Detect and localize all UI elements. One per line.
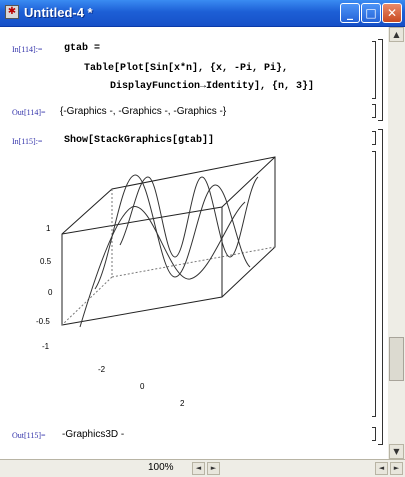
stack-graphics-3d-plot[interactable]: 1 0.5 0 -0.5 -1 -2 0 2 xyxy=(0,27,388,459)
curve-n2 xyxy=(94,174,251,290)
notebook-window: ✱ Untitled-4 * _ □ ✕ In[114]:= gtab = Ta… xyxy=(0,0,405,477)
z-tick-neg0.5: -0.5 xyxy=(36,317,50,326)
output-text-115[interactable]: -Graphics3D - xyxy=(62,429,124,440)
mathematica-app-icon[interactable]: ✱ xyxy=(5,5,19,19)
z-tick-1: 1 xyxy=(46,224,51,233)
vertical-scrollbar[interactable]: ▲ ▼ xyxy=(388,27,405,459)
plot-box-outline xyxy=(61,156,276,326)
output-label-115: Out[115]= xyxy=(12,431,46,440)
title-bar[interactable]: ✱ Untitled-4 * _ □ ✕ xyxy=(0,0,405,27)
scroll-up-button[interactable]: ▲ xyxy=(389,27,404,42)
scroll-right-button[interactable]: ► xyxy=(390,462,403,475)
cell-bracket-out114[interactable] xyxy=(372,104,376,118)
cell-bracket-out115[interactable] xyxy=(372,427,376,441)
close-button[interactable]: ✕ xyxy=(382,3,402,23)
zoom-out-button[interactable]: ◄ xyxy=(192,462,205,475)
z-tick-neg1: -1 xyxy=(42,342,50,351)
x-tick-0: 0 xyxy=(140,382,145,391)
zoom-level[interactable]: 100% xyxy=(148,462,174,473)
z-tick-0: 0 xyxy=(48,288,53,297)
scroll-left-button[interactable]: ◄ xyxy=(375,462,388,475)
group-bracket-115[interactable] xyxy=(378,129,383,445)
status-bar: 100% ◄ ► ◄ ► xyxy=(0,459,405,477)
vertical-scroll-thumb[interactable] xyxy=(389,337,404,381)
curve-n3 xyxy=(119,176,259,258)
cell-bracket-in115[interactable] xyxy=(372,131,376,145)
z-tick-0.5: 0.5 xyxy=(40,257,52,266)
cell-bracket-graphics[interactable] xyxy=(372,151,376,417)
window-title: Untitled-4 * xyxy=(24,5,93,20)
cell-bracket-in114[interactable] xyxy=(372,41,376,99)
minimize-button[interactable]: _ xyxy=(340,3,360,23)
x-tick-2: 2 xyxy=(180,399,185,408)
x-tick-neg2: -2 xyxy=(98,365,106,374)
scroll-down-button[interactable]: ▼ xyxy=(389,444,404,459)
notebook-content[interactable]: In[114]:= gtab = Table[Plot[Sin[x*n], {x… xyxy=(0,27,388,459)
zoom-in-button[interactable]: ► xyxy=(207,462,220,475)
maximize-button[interactable]: □ xyxy=(361,3,381,23)
group-bracket-114[interactable] xyxy=(378,39,383,121)
